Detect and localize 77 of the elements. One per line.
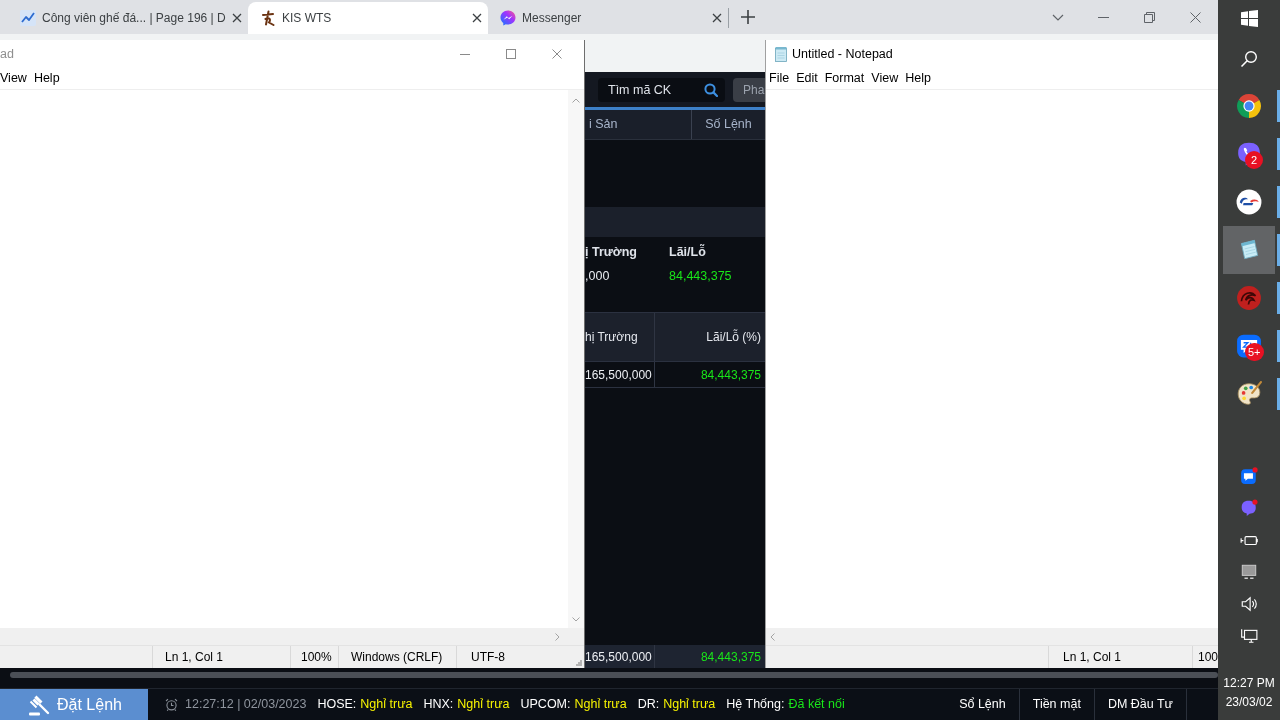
status-label: UPCOM: — [520, 696, 571, 714]
minimize-icon[interactable] — [1097, 16, 1109, 18]
menu-item[interactable]: Help — [33, 69, 60, 88]
restore-icon[interactable] — [1143, 11, 1155, 23]
round-logo-icon — [1236, 189, 1262, 215]
status-value: Nghỉ trưa — [663, 696, 716, 714]
menu-item[interactable]: Format — [824, 69, 865, 88]
notification-badge: 5+ — [1245, 343, 1264, 361]
chevron-down-icon[interactable] — [1052, 13, 1064, 21]
status-label: HOSE: — [317, 696, 357, 714]
alarm-clock-icon — [165, 698, 178, 711]
summary-label: ị Trường — [585, 244, 638, 261]
status-label: Hệ Thống: — [726, 696, 785, 714]
close-icon[interactable] — [1189, 11, 1201, 23]
status-label: HNX: — [423, 696, 454, 714]
gavel-icon — [28, 693, 50, 716]
browser-tab[interactable]: KIS WTS — [248, 2, 488, 34]
summary-value: 84,443,375 — [669, 268, 732, 285]
clock-button[interactable]: 12:27 PM 23/03/02 — [1218, 652, 1280, 720]
status-value: Nghỉ trưa — [457, 696, 510, 714]
summary-label: Lãi/Lỗ — [669, 243, 707, 261]
page-tab[interactable]: Số Lệnh — [692, 110, 765, 139]
table-cell: 165,500,000 — [585, 362, 655, 387]
footer-link[interactable]: DM Đầu Tư — [1093, 689, 1187, 720]
window-title: ad — [0, 45, 14, 63]
chat-bubble-icon[interactable] — [1240, 467, 1258, 485]
notepad-icon — [774, 46, 788, 62]
search-icon[interactable] — [704, 82, 718, 97]
clock-text: 12:27:12 | 02/03/2023 — [185, 696, 307, 714]
horizontal-scrollbar[interactable] — [766, 628, 1218, 645]
brush-logo-icon — [260, 10, 276, 26]
windows-logo-icon[interactable] — [1240, 9, 1258, 27]
column-header: hị Trường — [585, 313, 655, 361]
footer-link[interactable]: Sổ Lệnh — [946, 689, 1019, 720]
chart-icon — [20, 10, 36, 26]
footer-link[interactable]: Tiền mặt — [1018, 689, 1094, 720]
taskbar-button[interactable] — [1223, 226, 1275, 274]
table-cell-text: 84,443,375 — [699, 366, 762, 384]
volume-icon[interactable] — [1240, 595, 1258, 613]
segmented-circle-icon — [1236, 93, 1262, 119]
status-value: Nghỉ trưa — [574, 696, 627, 714]
browser-tab[interactable]: Công viên ghế đá... | Page 196 | D — [8, 2, 248, 34]
speech-bubble-icon[interactable] — [1240, 499, 1258, 517]
chat-bubble-icon — [500, 10, 516, 26]
menu-item[interactable]: Help — [905, 69, 931, 88]
page-tab[interactable]: i Sản — [585, 110, 692, 139]
notification-badge: 2 — [1245, 151, 1263, 169]
close-icon[interactable] — [712, 13, 722, 23]
minimize-icon[interactable] — [460, 53, 470, 55]
menu-item[interactable]: View — [871, 69, 899, 88]
menu-item[interactable]: File — [769, 69, 790, 88]
column-header: Lãi/Lỗ (%) — [705, 328, 762, 346]
size-grip-icon[interactable] — [576, 660, 582, 666]
status-value: Nghỉ trưa — [360, 696, 413, 714]
status-label: DR: — [637, 696, 660, 714]
horizontal-scrollbar[interactable] — [0, 628, 584, 645]
window-title: Untitled - Notepad — [792, 45, 893, 63]
taskbar-button[interactable]: 5+ — [1223, 322, 1275, 370]
menu-item[interactable]: View — [0, 69, 27, 88]
menu-item[interactable]: Edit — [796, 69, 818, 88]
taskbar-button[interactable]: 2 — [1223, 130, 1275, 178]
swirl-logo-icon — [1236, 285, 1262, 311]
search-icon[interactable] — [1240, 50, 1258, 68]
horizontal-scrollbar[interactable] — [10, 672, 1218, 678]
plus-icon[interactable] — [741, 10, 755, 24]
search-field[interactable]: Tìm mã CK — [598, 77, 725, 102]
network-icon[interactable] — [1240, 627, 1258, 645]
total-cell-text: 84,443,375 — [699, 648, 762, 666]
summary-value: ,000 — [585, 268, 611, 285]
browser-tab[interactable]: Messenger — [488, 2, 728, 34]
maximize-icon[interactable] — [506, 49, 516, 59]
close-icon[interactable] — [472, 13, 482, 23]
action-button[interactable]: Pha — [733, 77, 766, 102]
close-icon[interactable] — [232, 13, 242, 23]
palette-icon — [1236, 381, 1262, 407]
display-icon[interactable] — [1240, 563, 1258, 581]
status-value: Đã kết nối — [788, 696, 845, 714]
